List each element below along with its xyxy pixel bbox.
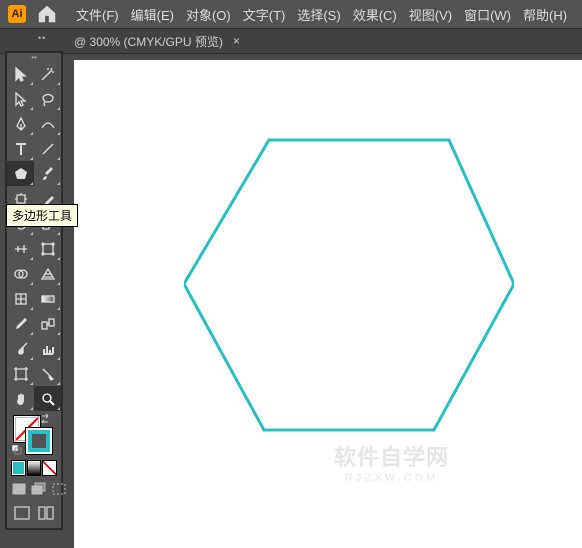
- curvature-tool[interactable]: [34, 111, 61, 136]
- graph-tool[interactable]: [34, 336, 61, 361]
- swap-fill-stroke-icon[interactable]: [41, 413, 51, 423]
- draw-behind-icon[interactable]: [31, 481, 47, 497]
- color-mode-none[interactable]: [42, 460, 57, 476]
- hexagon-shape[interactable]: [184, 134, 514, 434]
- document-tab-label: @ 300% (CMYK/GPU 预览): [74, 33, 223, 50]
- edit-toolbar-icon[interactable]: [36, 504, 58, 522]
- mesh-tool[interactable]: [7, 286, 34, 311]
- color-mode-solid[interactable]: [11, 460, 26, 476]
- draw-inside-icon[interactable]: [51, 481, 67, 497]
- artboard-tool[interactable]: [7, 361, 34, 386]
- menu-select[interactable]: 选择(S): [291, 5, 346, 24]
- hand-tool[interactable]: [7, 386, 34, 411]
- perspective-grid-tool[interactable]: [34, 261, 61, 286]
- polygon-tool[interactable]: [7, 161, 34, 186]
- default-fill-stroke-icon[interactable]: [12, 445, 22, 455]
- screen-mode-icon[interactable]: [11, 504, 33, 522]
- eyedropper-tool[interactable]: [7, 311, 34, 336]
- free-transform-tool[interactable]: [34, 236, 61, 261]
- watermark: 软件自学网 RJZXW.COM: [334, 440, 449, 484]
- pen-tool[interactable]: [7, 111, 34, 136]
- tools-panel: ••: [6, 52, 62, 529]
- watermark-line2: RJZXW.COM: [334, 472, 449, 484]
- menu-effect[interactable]: 效果(C): [347, 5, 403, 24]
- type-tool[interactable]: [7, 136, 34, 161]
- draw-normal-icon[interactable]: [11, 481, 27, 497]
- width-tool[interactable]: [7, 236, 34, 261]
- lasso-tool[interactable]: [34, 86, 61, 111]
- menu-window[interactable]: 窗口(W): [458, 5, 517, 24]
- zoom-tool[interactable]: [34, 386, 61, 411]
- slice-tool[interactable]: [34, 361, 61, 386]
- direct-selection-tool[interactable]: [7, 86, 34, 111]
- stroke-swatch[interactable]: [25, 427, 53, 455]
- tooltip-polygon: 多边形工具: [6, 204, 78, 227]
- color-mode-gradient[interactable]: [27, 460, 42, 476]
- home-icon[interactable]: [36, 3, 58, 25]
- panel-grip-icon[interactable]: ••: [38, 33, 46, 43]
- menu-object[interactable]: 对象(O): [180, 5, 237, 24]
- color-mode-row: [7, 457, 61, 479]
- menu-help[interactable]: 帮助(H): [517, 5, 573, 24]
- draw-mode-row: [7, 479, 61, 501]
- document-tab-bar: @ 300% (CMYK/GPU 预览) ×: [0, 29, 582, 54]
- menu-edit[interactable]: 编辑(E): [125, 5, 180, 24]
- menu-file[interactable]: 文件(F): [70, 5, 125, 24]
- app-logo: Ai: [8, 5, 26, 23]
- screen-mode-row: [7, 501, 61, 528]
- selection-tool[interactable]: [7, 61, 34, 86]
- gradient-tool[interactable]: [34, 286, 61, 311]
- menu-type[interactable]: 文字(T): [237, 5, 292, 24]
- close-tab-icon[interactable]: ×: [233, 34, 240, 48]
- panel-grip-icon[interactable]: ••: [7, 53, 61, 61]
- fill-stroke-area: [7, 411, 61, 457]
- menu-bar: Ai 文件(F) 编辑(E) 对象(O) 文字(T) 选择(S) 效果(C) 视…: [0, 0, 582, 29]
- canvas[interactable]: 软件自学网 RJZXW.COM: [74, 60, 582, 548]
- shape-builder-tool[interactable]: [7, 261, 34, 286]
- magic-wand-tool[interactable]: [34, 61, 61, 86]
- menu-view[interactable]: 视图(V): [403, 5, 458, 24]
- line-tool[interactable]: [34, 136, 61, 161]
- app-root: Ai 文件(F) 编辑(E) 对象(O) 文字(T) 选择(S) 效果(C) 视…: [0, 0, 582, 548]
- watermark-line1: 软件自学网: [334, 440, 449, 472]
- blend-tool[interactable]: [34, 311, 61, 336]
- paintbrush-tool[interactable]: [34, 161, 61, 186]
- document-tab[interactable]: @ 300% (CMYK/GPU 预览) ×: [74, 33, 240, 50]
- symbol-sprayer-tool[interactable]: [7, 336, 34, 361]
